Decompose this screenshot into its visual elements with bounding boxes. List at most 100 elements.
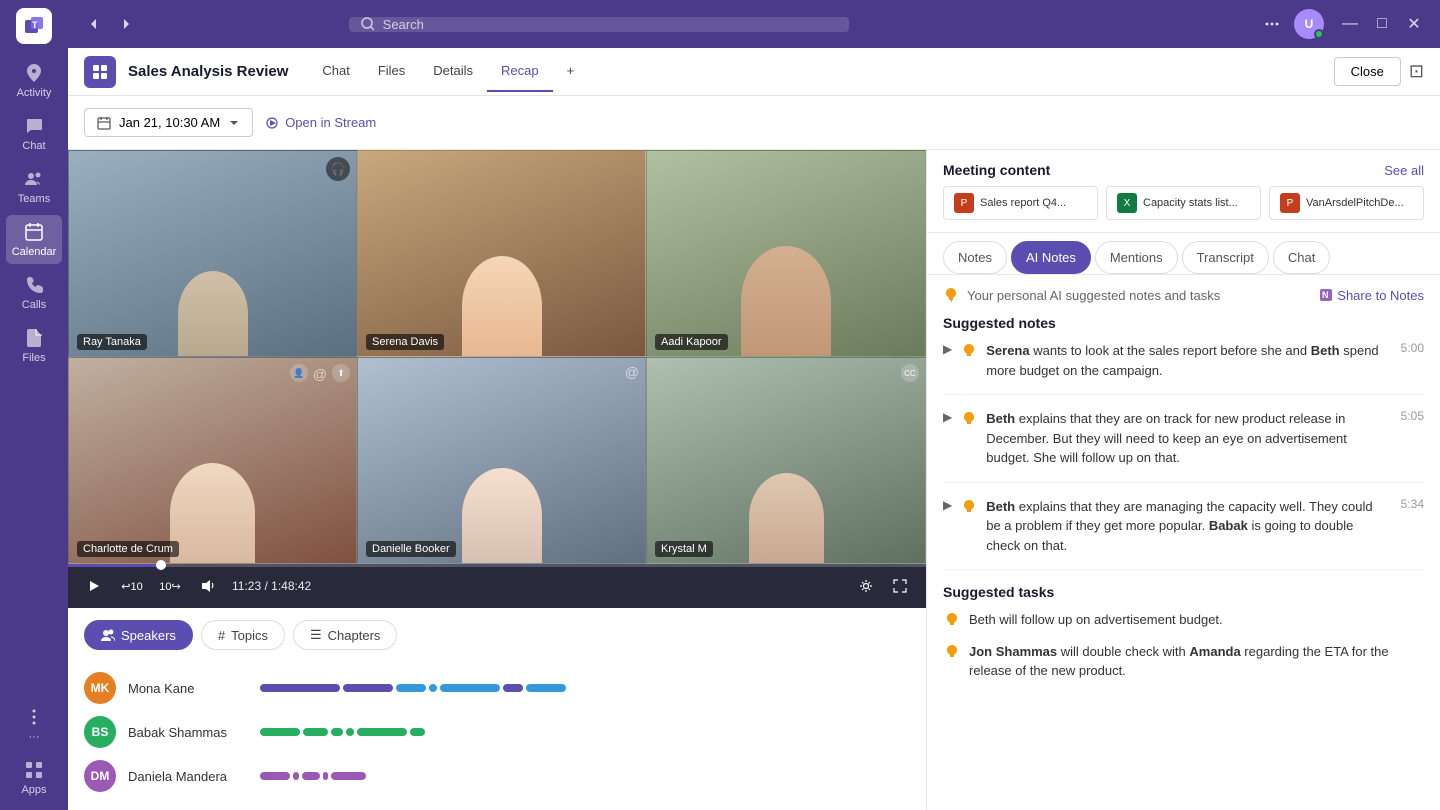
notes-tab-chat[interactable]: Chat (1273, 241, 1330, 274)
sidebar-item-apps[interactable]: Apps (6, 753, 62, 802)
speaker-bars-mona (260, 684, 910, 692)
svg-text:T: T (32, 20, 38, 30)
back-button[interactable] (80, 10, 108, 38)
task-text-1: Beth will follow up on advertisement bud… (969, 610, 1223, 630)
stream-icon (265, 116, 279, 130)
rewind-button[interactable]: ↩10 (118, 572, 146, 600)
sidebar-item-teams[interactable]: Teams (6, 162, 62, 211)
speakers-icon (101, 628, 115, 642)
progress-bar-fill (68, 564, 161, 567)
ppt-icon-1: P (954, 193, 974, 213)
notes-tabs: Notes AI Notes Mentions Transcript Chat (927, 233, 1440, 275)
video-cell-danielle: Danielle Booker @ (357, 357, 646, 564)
speaker-name-mona: Mona Kane (128, 681, 248, 696)
tab-files[interactable]: Files (364, 51, 419, 92)
lightbulb-task-icon-2 (943, 643, 961, 661)
notes-tab-ai-notes[interactable]: AI Notes (1011, 241, 1091, 274)
sidebar-item-chat[interactable]: Chat (6, 109, 62, 158)
minimize-button[interactable]: — (1336, 10, 1364, 38)
file-vanarsde-pitch[interactable]: P VanArsdelPitchDe... (1269, 186, 1424, 220)
close-meeting-button[interactable]: Close (1334, 57, 1401, 86)
close-window-button[interactable]: ✕ (1400, 10, 1428, 38)
filter-tabs: Speakers # Topics ☰ Chapters (84, 620, 910, 650)
sidebar-item-activity[interactable]: Activity (6, 56, 62, 105)
sidebar-item-more[interactable]: ··· (6, 700, 62, 749)
bar (260, 772, 290, 780)
bar (331, 772, 366, 780)
sidebar-item-files-label: Files (22, 352, 45, 364)
see-all-button[interactable]: See all (1384, 163, 1424, 178)
bar (302, 772, 320, 780)
notes-tab-notes[interactable]: Notes (943, 241, 1007, 274)
chevron-down-icon (228, 117, 240, 129)
main-content: U — □ ✕ Sales Analysis Review Chat Files… (68, 0, 1440, 810)
lightbulb-icon-2 (960, 410, 978, 428)
speaker-name-babak: Babak Shammas (128, 725, 248, 740)
recap-header: Jan 21, 10:30 AM Open in Stream (68, 96, 1440, 150)
user-avatar[interactable]: U (1294, 9, 1324, 39)
pop-out-button[interactable]: ⊡ (1409, 57, 1424, 86)
channel-header: Sales Analysis Review Chat Files Details… (68, 48, 1440, 96)
lightbulb-header-icon (943, 287, 959, 303)
maximize-button[interactable]: □ (1368, 10, 1396, 38)
nav-buttons (80, 10, 140, 38)
video-controls: ↩10 10↪ 11:23 / 1:48:42 (68, 564, 926, 608)
svg-text:N: N (1322, 290, 1329, 300)
video-cell-ray: 🎧 Ray Tanaka (68, 150, 357, 357)
video-cell-serena: Serena Davis (357, 150, 646, 357)
right-controls (852, 572, 914, 600)
file-label-1: Sales report Q4... (980, 197, 1066, 209)
sidebar-item-files[interactable]: Files (6, 321, 62, 370)
note-arrow-2: ▶ (943, 410, 952, 424)
filter-tab-topics[interactable]: # Topics (201, 620, 285, 650)
sidebar-item-calendar[interactable]: Calendar (6, 215, 62, 264)
fullscreen-button[interactable] (886, 572, 914, 600)
filter-tab-chapters[interactable]: ☰ Chapters (293, 620, 397, 650)
search-icon (361, 17, 375, 31)
sidebar-item-calendar-label: Calendar (12, 246, 57, 258)
sidebar-item-calls[interactable]: Calls (6, 268, 62, 317)
ai-header-text: Your personal AI suggested notes and tas… (967, 288, 1220, 303)
volume-button[interactable] (194, 572, 222, 600)
file-capacity-stats[interactable]: X Capacity stats list... (1106, 186, 1261, 220)
tab-details[interactable]: Details (419, 51, 487, 92)
video-grid: Serena Davis Aadi Kapoor � (68, 150, 926, 564)
date-picker[interactable]: Jan 21, 10:30 AM (84, 108, 253, 137)
split-view: Serena Davis Aadi Kapoor � (68, 150, 1440, 810)
onenote-icon: N (1319, 288, 1333, 302)
bar (526, 684, 566, 692)
task-text-2: Jon Shammas will double check with Amand… (969, 642, 1424, 681)
forward-button[interactable]: 10↪ (156, 572, 184, 600)
add-tab-button[interactable]: + (553, 51, 589, 92)
cc-icon: CC (901, 364, 919, 382)
note-item-1: ▶ Serena wants to look at the sales repo… (943, 341, 1424, 395)
tab-chat[interactable]: Chat (308, 51, 363, 92)
suggested-notes-title: Suggested notes (943, 315, 1424, 331)
progress-bar-container[interactable] (68, 564, 926, 567)
settings-button[interactable] (852, 572, 880, 600)
filter-tab-speakers[interactable]: Speakers (84, 620, 193, 650)
participant-icon-2: ⬆ (332, 364, 350, 382)
forward-button[interactable] (112, 10, 140, 38)
notes-tab-mentions[interactable]: Mentions (1095, 241, 1178, 274)
participant-name-serena: Serena Davis (366, 334, 444, 350)
play-button[interactable] (80, 572, 108, 600)
file-label-2: Capacity stats list... (1143, 197, 1238, 209)
sidebar-item-activity-label: Activity (17, 87, 52, 99)
task-item-2: Jon Shammas will double check with Amand… (943, 642, 1424, 681)
video-cell-aadi: Aadi Kapoor (646, 150, 926, 357)
open-stream-button[interactable]: Open in Stream (265, 115, 376, 130)
task-item-1: Beth will follow up on advertisement bud… (943, 610, 1424, 630)
share-to-notes-button[interactable]: N Share to Notes (1319, 288, 1424, 303)
tab-recap[interactable]: Recap (487, 51, 553, 92)
sidebar-item-more-label: ··· (29, 731, 40, 743)
more-options-button[interactable] (1258, 10, 1286, 38)
note-text-1: Serena wants to look at the sales report… (986, 341, 1384, 380)
participant-name-ray: Ray Tanaka (77, 334, 147, 350)
file-sales-report[interactable]: P Sales report Q4... (943, 186, 1098, 220)
file-label-3: VanArsdelPitchDe... (1306, 197, 1404, 209)
notes-tab-transcript[interactable]: Transcript (1182, 241, 1269, 274)
calendar-icon (97, 116, 111, 130)
search-input[interactable] (383, 17, 837, 32)
app-logo[interactable]: T (16, 8, 52, 44)
